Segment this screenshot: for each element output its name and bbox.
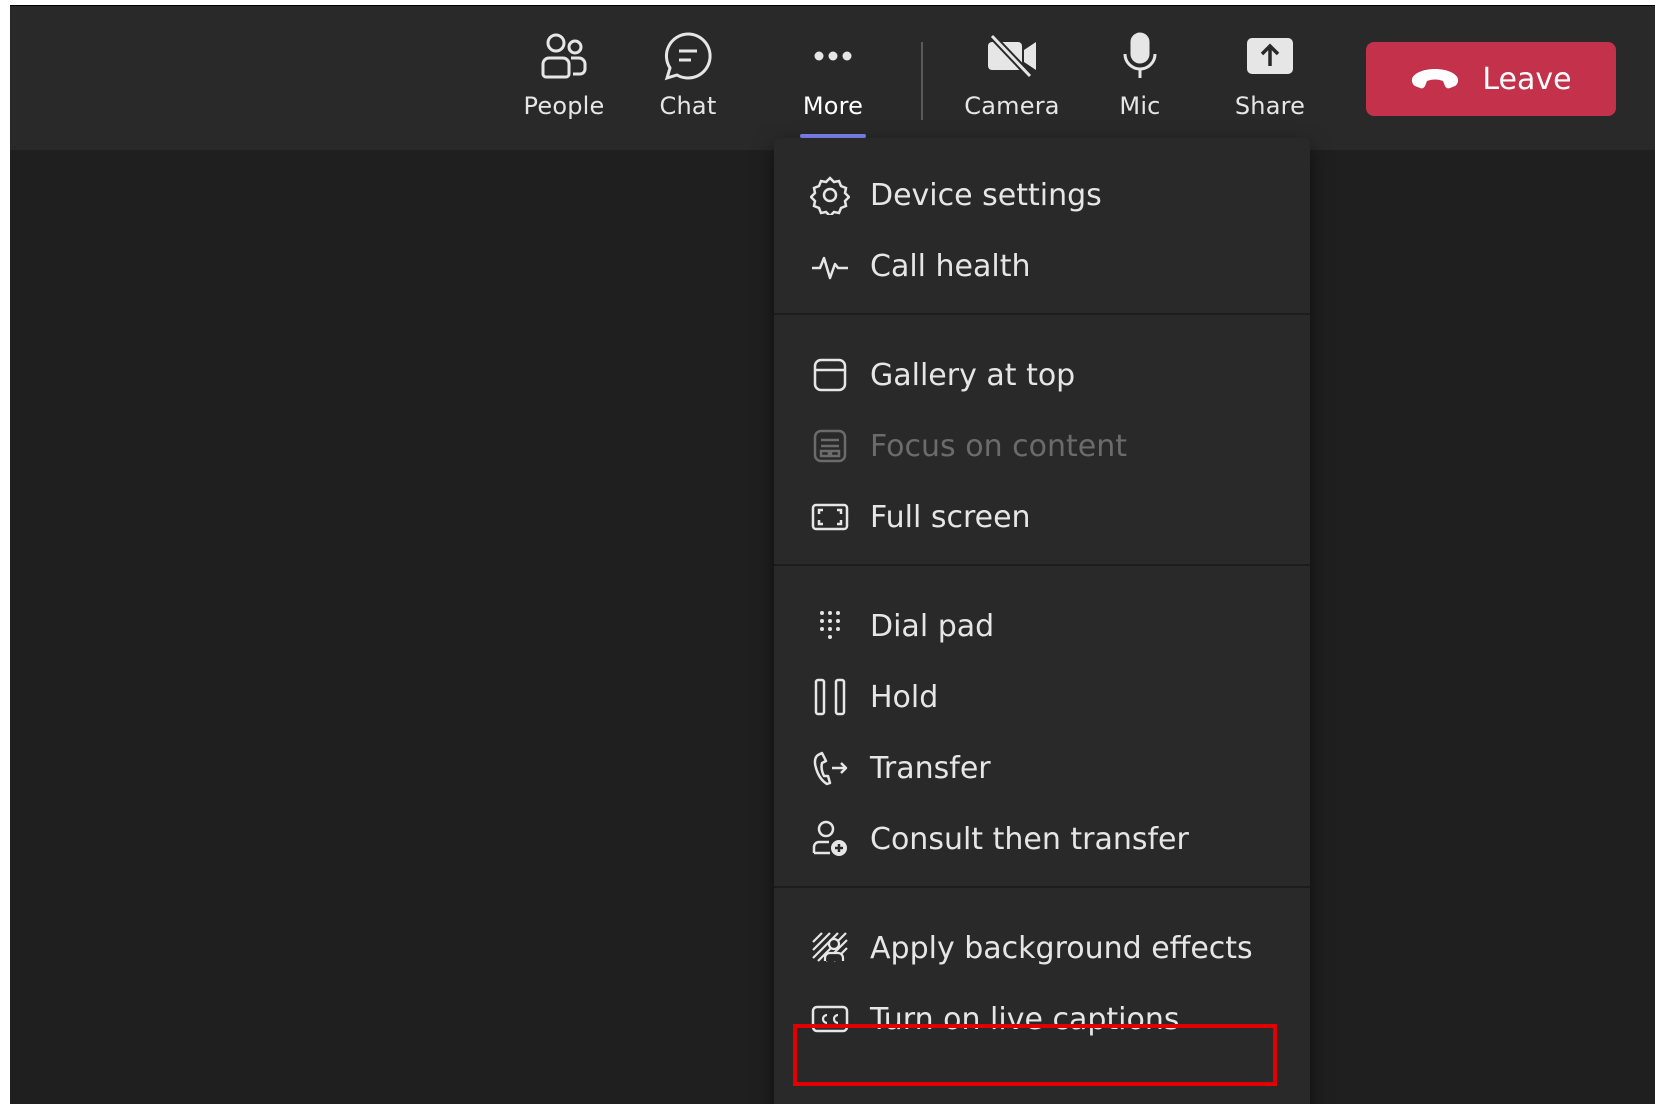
more-button[interactable]: More [773,28,893,138]
camera-off-icon [984,28,1040,84]
menu-item-consult-then-transfer[interactable]: Consult then transfer [774,803,1310,875]
dial-pad-icon [808,604,852,648]
mic-label: Mic [1119,92,1161,120]
menu-item-label: Gallery at top [870,357,1076,393]
captions-icon [808,997,852,1041]
menu-item-turn-on-live-captions[interactable]: Turn on live captions [774,983,1310,1055]
menu-item-transfer[interactable]: Transfer [774,732,1310,804]
toolbar-divider [921,42,923,120]
transfer-icon [808,746,852,790]
people-button[interactable]: People [504,28,624,138]
menu-item-call-health[interactable]: Call health [774,230,1310,302]
menu-item-apply-background-effects[interactable]: Apply background effects [774,912,1310,984]
meeting-toolbar: People Chat More Camera Mic Share Leave [10,6,1655,150]
focus-content-icon [808,424,852,468]
menu-item-label: Dial pad [870,608,995,644]
leave-button[interactable]: Leave [1366,42,1616,116]
chat-label: Chat [659,92,717,120]
menu-item-label: Hold [870,679,939,715]
menu-item-label: Consult then transfer [870,821,1189,857]
chat-button[interactable]: Chat [628,28,748,138]
share-button[interactable]: Share [1210,28,1330,138]
hold-icon [808,675,852,719]
consult-transfer-icon [808,817,852,861]
menu-item-hold[interactable]: Hold [774,661,1310,733]
menu-item-label: Transfer [870,750,991,786]
people-icon [536,28,592,84]
phone-hangup-icon [1412,69,1459,89]
leave-label: Leave [1482,61,1572,97]
mic-button[interactable]: Mic [1080,28,1200,138]
menu-item-label: Apply background effects [870,930,1253,966]
menu-item-label: Call health [870,248,1031,284]
menu-item-device-settings[interactable]: Device settings [774,159,1310,231]
more-options-menu: Device settings Call health Gallery at t… [774,138,1310,1104]
menu-divider [774,564,1310,566]
menu-item-label: Focus on content [870,428,1127,464]
mic-icon [1112,28,1168,84]
people-label: People [523,92,605,120]
camera-button[interactable]: Camera [952,28,1072,138]
menu-item-full-screen[interactable]: Full screen [774,481,1310,553]
menu-item-dial-pad[interactable]: Dial pad [774,590,1310,662]
camera-label: Camera [964,92,1060,120]
share-icon [1242,28,1298,84]
menu-item-gallery-at-top[interactable]: Gallery at top [774,339,1310,411]
gallery-top-icon [808,353,852,397]
background-effects-icon [808,926,852,970]
pulse-icon [808,244,852,288]
menu-item-label: Device settings [870,177,1102,213]
chat-icon [660,28,716,84]
gear-icon [808,173,852,217]
full-screen-icon [808,495,852,539]
menu-item-label: Full screen [870,499,1031,535]
more-label: More [802,92,864,120]
more-icon [805,28,861,84]
menu-item-focus-on-content: Focus on content [774,410,1310,482]
menu-item-label: Turn on live captions [870,1001,1180,1037]
menu-divider [774,313,1310,315]
share-label: Share [1234,92,1306,120]
meeting-window: People Chat More Camera Mic Share Leave … [10,5,1655,1104]
menu-divider [774,886,1310,888]
